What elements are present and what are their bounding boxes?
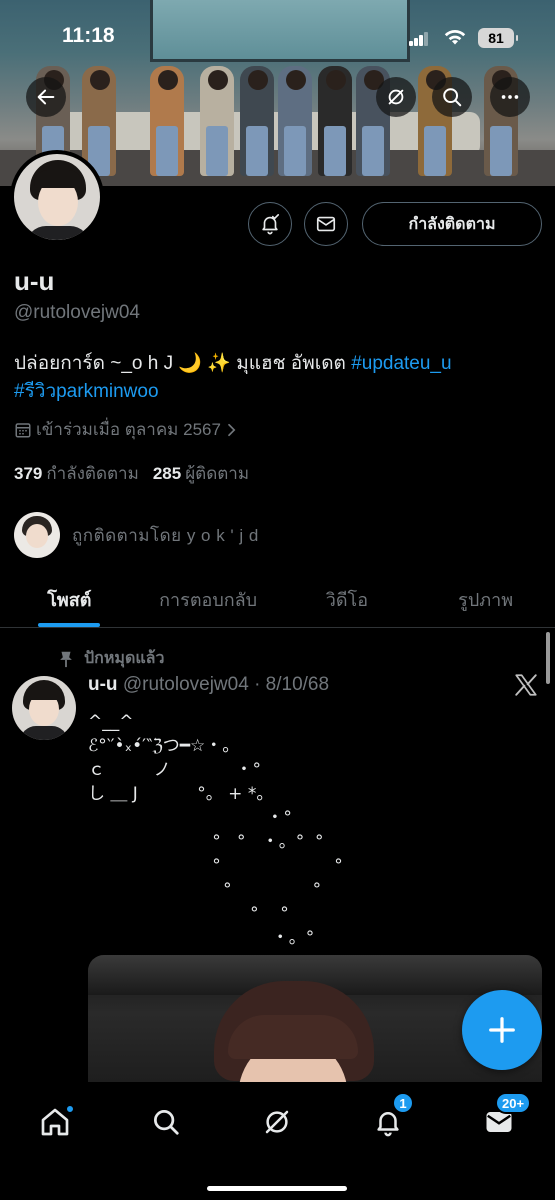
bottom-navigation: 1 20+ [0,1082,555,1200]
profile-name: u-u [14,266,55,296]
tab-posts[interactable]: โพสต์ [0,572,139,627]
bell-check-icon [262,214,280,235]
profile-avatar[interactable] [10,150,104,244]
banner-person [82,66,116,176]
banner-person [278,66,312,176]
post-handle-date: @rutolovejw04 · 8/10/68 [117,674,330,695]
search-icon [154,1110,179,1135]
status-time: 11:18 [62,24,115,47]
post-text: ^__^ ℰ°‵′•̀ₓ•́′‶ℨつ━☆・。 ｃ ノ ・° し ＿ J °。 +… [88,712,343,948]
status-bar: 11:18 81 [0,20,555,56]
pin-icon [60,651,72,667]
profile-bio: ปล่อยการ์ด ~_o h J 🌙 ✨ มุแฮช อัพเดต #upd… [14,350,534,406]
x-logo-icon [512,672,540,703]
grok-icon [265,1110,289,1134]
following-count: 379 [14,464,43,483]
more-horizontal-icon [501,95,519,99]
notify-button[interactable] [248,202,292,246]
banner-person [240,66,274,176]
message-button[interactable] [304,202,348,246]
followers-label: ผู้ติดตาม [185,464,250,483]
nav-messages[interactable]: 20+ [475,1092,532,1146]
scrollbar[interactable] [546,632,550,684]
post-author-name[interactable]: u-u [88,674,118,695]
pinned-label: ปักหมุดแล้ว [84,650,165,667]
bio-hashtag-link[interactable]: #รีวิวparkminwoo [14,381,159,402]
arrow-left-icon [37,89,55,105]
post-author-avatar[interactable] [12,676,76,740]
bio-hashtag-link[interactable]: #updateu_u [351,353,451,374]
follow-stats: 379 กำลังติดตาม 285 ผู้ติดตาม [14,460,249,487]
tab-replies[interactable]: การตอบกลับ [139,572,278,627]
banner-person [150,66,184,176]
banner-person [318,66,352,176]
tab-photos[interactable]: รูปภาพ [416,572,555,627]
grok-button[interactable] [376,77,416,117]
followers-stat[interactable]: 285 ผู้ติดตาม [153,460,249,487]
pinned-indicator: ปักหมุดแล้ว [58,646,164,671]
followed-by-text: ถูกติดตามโดย y o k ' j d [72,525,259,545]
messages-badge: 20+ [495,1092,532,1114]
grok-icon [388,89,404,105]
joined-date[interactable]: เข้าร่วมเมื่อ ตุลาคม 2567 [14,416,239,443]
search-button[interactable] [432,77,472,117]
following-button[interactable]: กำลังติดตาม [362,202,542,246]
calendar-icon [15,422,31,437]
nav-home[interactable] [31,1098,79,1146]
cellular-signal-icon [409,32,429,46]
post-header: u-u @rutolovejw04 · 8/10/68 [88,674,329,696]
nav-grok[interactable] [253,1098,301,1146]
followed-by-row[interactable]: ถูกติดตามโดย y o k ' j d [14,512,259,558]
notifications-badge: 1 [392,1092,414,1114]
followers-count: 285 [152,464,182,483]
compose-button[interactable] [462,990,542,1070]
following-stat[interactable]: 379 กำลังติดตาม [14,460,139,487]
following-label: กำลังติดตาม [46,464,139,483]
profile-tabs: โพสต์ การตอบกลับ วิดีโอ รูปภาพ [0,572,555,628]
banner-person [200,66,234,176]
nav-notifications[interactable]: 1 [364,1092,414,1146]
tab-videos[interactable]: วิดีโอ [278,572,417,627]
joined-text: เข้าร่วมเมื่อ ตุลาคม 2567 [36,420,221,439]
more-button[interactable] [490,77,530,117]
home-unread-dot [65,1104,75,1114]
wifi-icon [443,28,467,51]
profile-handle: @rutolovejw04 [14,302,140,323]
follower-avatar [14,512,60,558]
battery-icon: 81 [478,28,518,48]
bio-text: ปล่อยการ์ด ~_o h J 🌙 ✨ มุแฮช อัพเดต [14,353,352,374]
envelope-icon [316,216,336,232]
chevron-right-icon [228,423,236,436]
search-icon [443,88,462,107]
back-button[interactable] [26,77,66,117]
home-indicator [207,1186,347,1191]
plus-icon [489,1017,515,1043]
nav-search[interactable] [142,1098,190,1146]
